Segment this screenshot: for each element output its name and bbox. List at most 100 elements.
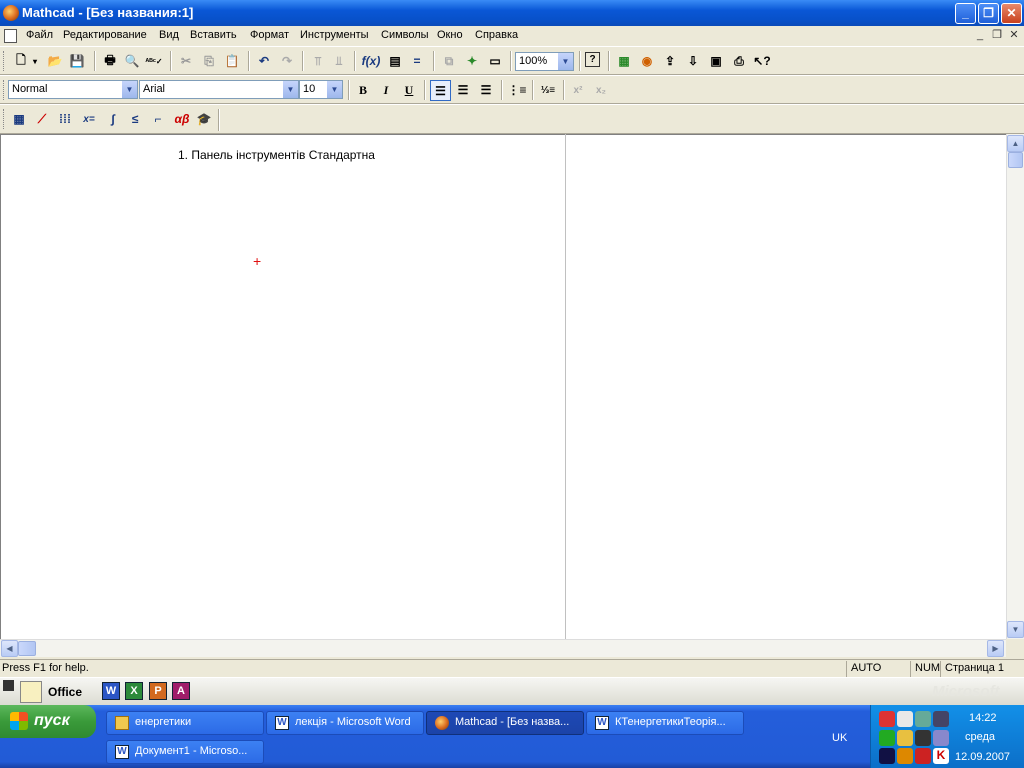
cut-icon[interactable]: ✂ xyxy=(177,52,195,70)
document-icon[interactable] xyxy=(4,29,17,43)
greek-icon[interactable]: αβ xyxy=(172,110,192,128)
tray-tool-icon[interactable] xyxy=(933,711,949,727)
chevron-down-icon[interactable]: ▼ xyxy=(121,81,137,98)
horizontal-scroll-thumb[interactable] xyxy=(18,641,36,656)
underline-button[interactable]: U xyxy=(400,81,418,99)
style-select[interactable]: Normal ▼ xyxy=(8,80,138,99)
font-size-select[interactable]: 10 ▼ xyxy=(299,80,343,99)
kaspersky-icon[interactable]: K xyxy=(933,748,949,764)
insert-function-icon[interactable]: f(x) xyxy=(362,52,381,70)
scroll-down-icon[interactable]: ▼ xyxy=(1007,621,1024,638)
scroll-right-icon[interactable]: ▶ xyxy=(987,640,1004,657)
bold-button[interactable]: B xyxy=(354,81,372,99)
undo-icon[interactable]: ↶ xyxy=(255,52,273,70)
font-select[interactable]: Arial ▼ xyxy=(139,80,299,99)
menu-tools[interactable]: Инструменты xyxy=(300,29,369,41)
menu-symbols[interactable]: Символы xyxy=(381,29,429,41)
spell-check-icon[interactable]: ᴬᴮᶜ✓ xyxy=(145,52,163,70)
network-icon[interactable] xyxy=(915,711,931,727)
programming-icon[interactable]: ⌐ xyxy=(149,110,167,128)
doc-close-button[interactable]: ✕ xyxy=(1006,29,1022,43)
tray-chart-icon[interactable] xyxy=(915,748,931,764)
excel-icon[interactable]: X xyxy=(125,682,143,700)
redo-icon[interactable]: ↷ xyxy=(278,52,296,70)
chevron-down-icon[interactable]: ▼ xyxy=(557,53,573,70)
minimize-button[interactable]: _ xyxy=(955,3,976,24)
copy-icon[interactable]: ⎘ xyxy=(200,52,218,70)
task-dokument1[interactable]: W Документ1 - Microso... xyxy=(106,740,264,764)
task-mathcad[interactable]: Mathcad - [Без назва... xyxy=(426,711,584,735)
word-icon[interactable]: W xyxy=(102,682,120,700)
align-center-icon[interactable]: ☰ xyxy=(454,81,472,99)
powerpoint-icon[interactable]: P xyxy=(149,682,167,700)
tray-pencil-icon[interactable] xyxy=(897,748,913,764)
boolean-icon[interactable]: ≤ xyxy=(126,110,144,128)
new-document-icon[interactable]: 🗋 xyxy=(12,52,30,70)
vertical-scroll-thumb[interactable] xyxy=(1008,152,1023,168)
italic-button[interactable]: I xyxy=(377,81,395,99)
insert-component-icon[interactable]: ⧉ xyxy=(440,52,458,70)
doc-restore-button[interactable]: ❐ xyxy=(989,29,1005,43)
symbolic-icon[interactable]: 🎓 xyxy=(195,110,213,128)
horizontal-scrollbar[interactable]: ◀ ▶ xyxy=(0,639,1006,657)
numbering-icon[interactable]: ⅓≡ xyxy=(539,81,557,99)
tray-disc-icon[interactable] xyxy=(879,748,895,764)
menu-insert[interactable]: Вставить xyxy=(190,29,237,41)
print-icon[interactable]: 🖶 xyxy=(101,52,119,70)
window-icon[interactable]: ▭ xyxy=(486,52,504,70)
worksheet[interactable]: 1. Панель інструментів Стандартна + xyxy=(0,134,1006,639)
menu-edit[interactable]: Редактирование xyxy=(63,29,147,41)
calculator-icon[interactable]: ▦ xyxy=(10,110,28,128)
menu-window[interactable]: Окно xyxy=(437,29,463,41)
paste-icon[interactable]: 📋 xyxy=(223,52,241,70)
doc-minimize-button[interactable]: _ xyxy=(972,29,988,43)
access-icon[interactable]: A xyxy=(172,682,190,700)
tray-app-icon[interactable] xyxy=(897,711,913,727)
matrix-icon[interactable]: ⁞⁞⁞ xyxy=(56,110,74,128)
new-dropdown-icon[interactable]: ▾ xyxy=(30,52,40,70)
superscript-icon[interactable]: x² xyxy=(569,81,587,99)
tray-globe-icon[interactable] xyxy=(933,730,949,746)
office-menu-icon[interactable] xyxy=(3,680,14,691)
tray-dark-icon[interactable] xyxy=(915,730,931,746)
open-folder-icon[interactable]: 📂 xyxy=(46,52,64,70)
calculus-icon[interactable]: ∫ xyxy=(104,110,122,128)
file-read-icon[interactable]: ⇪ xyxy=(661,52,679,70)
video-icon[interactable]: ▣ xyxy=(707,52,725,70)
scroll-up-icon[interactable]: ▲ xyxy=(1007,135,1024,152)
file-write-icon[interactable]: ⇩ xyxy=(684,52,702,70)
save-icon[interactable]: 💾 xyxy=(68,52,86,70)
align-down-icon[interactable]: ⫫ xyxy=(330,52,348,70)
text-region[interactable]: 1. Панель інструментів Стандартна xyxy=(178,148,375,162)
scriptable-icon[interactable]: ⎙ xyxy=(730,52,748,70)
toolbar-grip[interactable] xyxy=(3,109,6,129)
menu-view[interactable]: Вид xyxy=(159,29,179,41)
start-button[interactable]: пуск xyxy=(0,705,96,738)
resource-icon[interactable]: ✦ xyxy=(463,52,481,70)
scroll-left-icon[interactable]: ◀ xyxy=(1,640,18,657)
align-left-icon[interactable]: ☰ xyxy=(430,80,451,101)
zoom-select[interactable]: 100% ▼ xyxy=(515,52,574,71)
calculate-icon[interactable]: = xyxy=(408,52,426,70)
graph-icon[interactable]: ⟋ xyxy=(33,110,51,128)
close-button[interactable]: ✕ xyxy=(1001,3,1022,24)
print-preview-icon[interactable]: 🔍 xyxy=(123,52,141,70)
maximize-button[interactable]: ❐ xyxy=(978,3,999,24)
tray-green-icon[interactable] xyxy=(879,730,895,746)
menu-format[interactable]: Формат xyxy=(250,29,289,41)
chevron-down-icon[interactable]: ▼ xyxy=(282,81,298,98)
mathcad-app-icon[interactable] xyxy=(3,5,19,21)
insert-unit-icon[interactable]: ▤ xyxy=(386,52,404,70)
clock-time[interactable]: 14:22 xyxy=(969,712,997,724)
bullets-icon[interactable]: ⋮≡ xyxy=(508,81,527,99)
antivirus-icon[interactable] xyxy=(879,711,895,727)
task-lektsiya-word[interactable]: W лекція - Microsoft Word xyxy=(266,711,424,735)
evaluation-icon[interactable]: x= xyxy=(79,110,99,128)
help-icon[interactable]: ? xyxy=(585,52,600,67)
chevron-down-icon[interactable]: ▼ xyxy=(326,81,342,98)
toolbar-grip[interactable] xyxy=(3,51,6,71)
office-logo-icon[interactable] xyxy=(20,681,42,703)
subscript-icon[interactable]: x₂ xyxy=(592,81,610,99)
tray-sun-icon[interactable] xyxy=(897,730,913,746)
title-bar[interactable]: Mathcad - [Без названия:1] _ ❐ ✕ xyxy=(0,0,1024,26)
